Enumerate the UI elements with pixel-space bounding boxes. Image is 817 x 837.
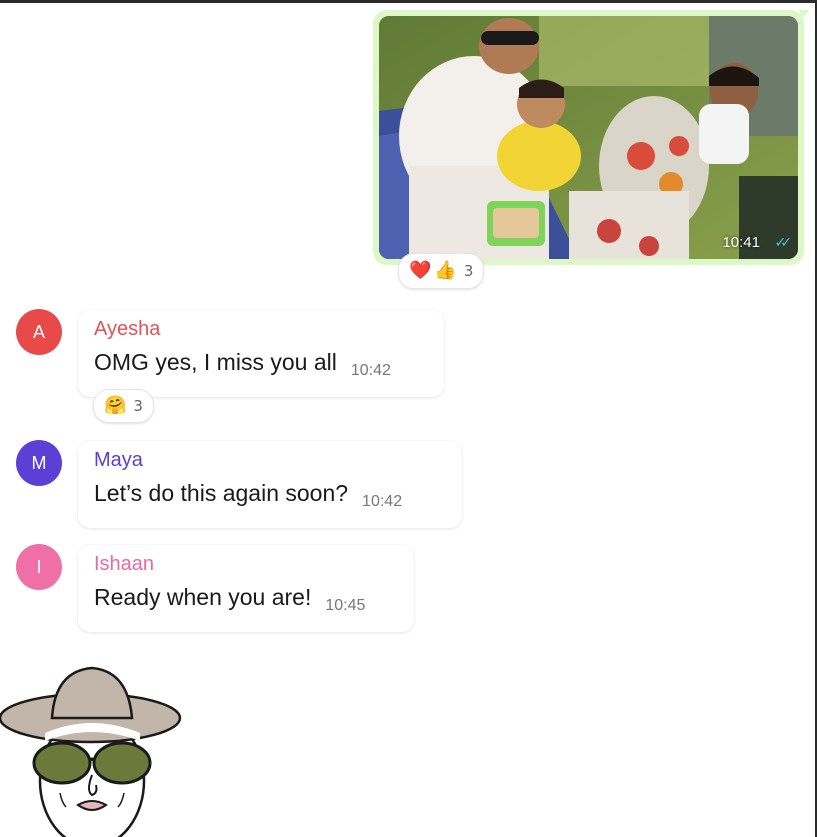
message-bubble-ishaan[interactable]: Ishaan Ready when you are! 10:45 (78, 545, 414, 632)
hugging-face-emoji-icon: 🤗 (104, 395, 127, 416)
family-picnic-photo (379, 16, 798, 259)
message-reactions[interactable]: 🤗 3 (93, 389, 154, 423)
message-timestamp: 10:42 (362, 493, 403, 510)
avatar-maya[interactable]: M (16, 440, 62, 486)
thumbs-up-emoji-icon: 👍 (434, 260, 457, 281)
message-bubble-ayesha[interactable]: Ayesha OMG yes, I miss you all 10:42 (78, 310, 444, 397)
photo-reactions[interactable]: ❤️ 👍 3 (398, 253, 485, 289)
read-receipt-icon: ✓✓ (774, 235, 793, 251)
avatar-letter: A (32, 321, 45, 342)
message-text: Let’s do this again soon? (94, 480, 349, 506)
woman-with-hat-sticker-icon (0, 666, 182, 837)
avatar-ayesha[interactable]: A (16, 309, 62, 355)
message-text: Ready when you are! (94, 584, 312, 610)
sender-name[interactable]: Ayesha (94, 318, 428, 341)
sender-name[interactable]: Maya (94, 449, 446, 472)
photo-timestamp: 10:41 (722, 234, 760, 251)
avatar-letter: M (31, 452, 47, 473)
message-bubble-maya[interactable]: Maya Let’s do this again soon? 10:42 (78, 441, 462, 528)
message-text: OMG yes, I miss you all (94, 349, 337, 375)
heart-emoji-icon: ❤️ (409, 260, 432, 281)
reaction-count: 3 (463, 262, 474, 280)
sender-name[interactable]: Ishaan (94, 553, 398, 576)
shared-photo[interactable]: 10:41 ✓✓ (379, 16, 798, 259)
avatar-ishaan[interactable]: I (16, 544, 62, 590)
reaction-count: 3 (133, 397, 143, 415)
message-timestamp: 10:42 (350, 362, 391, 379)
chat-window: 10:41 ✓✓ ❤️ 👍 3 A Ayesha OMG yes, I miss… (0, 0, 817, 837)
message-timestamp: 10:45 (325, 597, 366, 614)
avatar-letter: I (36, 556, 42, 577)
outgoing-photo-message[interactable]: 10:41 ✓✓ (373, 10, 810, 265)
sticker-message[interactable] (0, 663, 185, 837)
